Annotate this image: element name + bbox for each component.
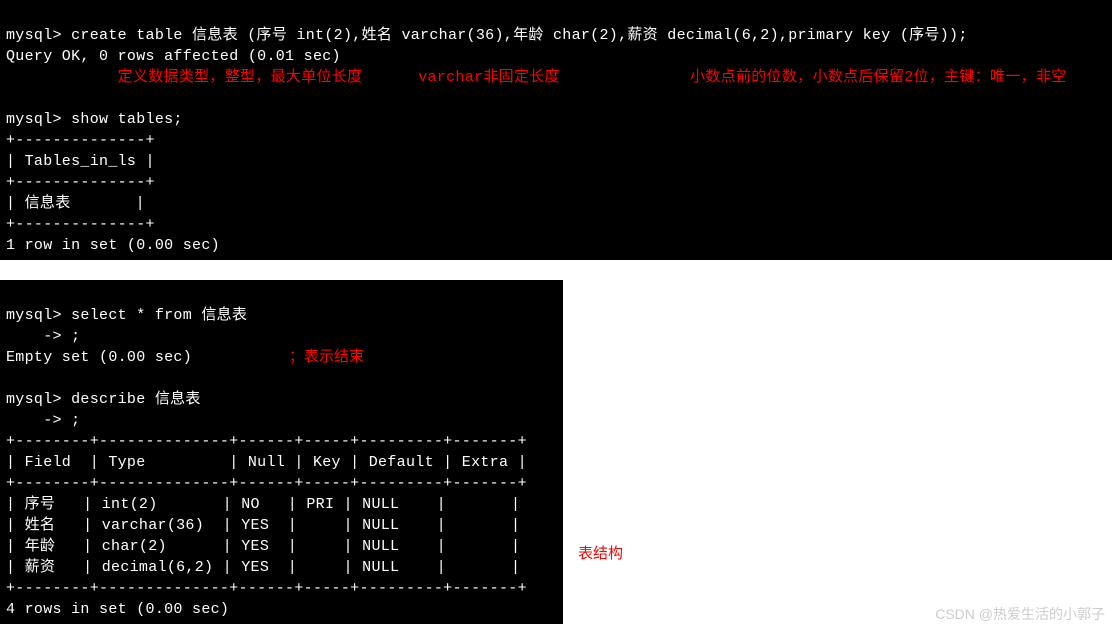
table-row: | 信息表 | xyxy=(6,195,145,212)
describe-row-4: | 薪资 | decimal(6,2) | YES | | NULL | | xyxy=(6,559,520,576)
rows-in-set-2: 4 rows in set (0.00 sec) xyxy=(6,601,229,618)
empty-set-result: Empty set (0.00 sec) xyxy=(6,349,192,366)
annotation-datatype: 定义数据类型，整型，最大单位长度 varchar非固定长度 小数点前的位数，小数… xyxy=(6,69,1067,86)
continuation-prompt: -> ; xyxy=(6,328,80,345)
mysql-describe: mysql> describe 信息表 xyxy=(6,391,201,408)
annotation-semicolon: ；表示结束 xyxy=(289,345,364,366)
annotation-table-structure: 表结构 xyxy=(578,542,623,563)
describe-header: | Field | Type | Null | Key | Default | … xyxy=(6,454,527,471)
describe-row-1: | 序号 | int(2) | NO | PRI | NULL | | xyxy=(6,496,520,513)
describe-border-mid: +--------+--------------+------+-----+--… xyxy=(6,475,527,492)
table-border-mid: +--------------+ xyxy=(6,174,155,191)
watermark-text: CSDN @热爱生活的小郭子 xyxy=(935,604,1105,624)
describe-row-2: | 姓名 | varchar(36) | YES | | NULL | | xyxy=(6,517,520,534)
describe-border-top: +--------+--------------+------+-----+--… xyxy=(6,433,527,450)
rows-in-set: 1 row in set (0.00 sec) xyxy=(6,237,220,254)
table-border-bottom: +--------------+ xyxy=(6,216,155,233)
describe-border-bottom: +--------+--------------+------+-----+--… xyxy=(6,580,527,597)
terminal-block-2: mysql> select * from 信息表 -> ; Empty set … xyxy=(0,280,563,624)
describe-row-3: | 年龄 | char(2) | YES | | NULL | | xyxy=(6,538,520,555)
table-border-top: +--------------+ xyxy=(6,132,155,149)
mysql-select: mysql> select * from 信息表 xyxy=(6,307,247,324)
continuation-prompt-2: -> ; xyxy=(6,412,80,429)
mysql-create-table: mysql> create table 信息表 (序号 int(2),姓名 va… xyxy=(6,27,968,44)
table-header: | Tables_in_ls | xyxy=(6,153,155,170)
query-ok-result: Query OK, 0 rows affected (0.01 sec) xyxy=(6,48,341,65)
mysql-show-tables: mysql> show tables; xyxy=(6,111,183,128)
terminal-block-1: mysql> create table 信息表 (序号 int(2),姓名 va… xyxy=(0,0,1112,260)
